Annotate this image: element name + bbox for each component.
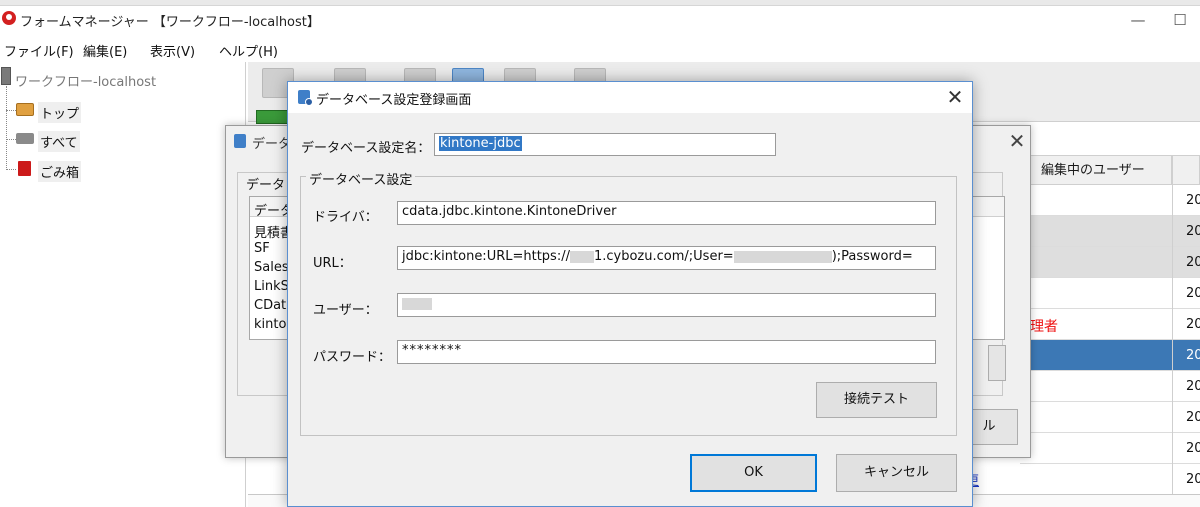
user-field[interactable] <box>397 293 936 317</box>
driver-field[interactable]: cdata.jdbc.kintone.KintoneDriver <box>397 201 936 225</box>
dialog-title: データベース設定登録画面 <box>316 93 472 108</box>
date-cell: 20 <box>1186 224 1200 239</box>
database-icon <box>234 134 246 148</box>
ok-button[interactable]: OK <box>690 454 817 492</box>
menu-edit[interactable]: 編集(E) <box>83 41 127 60</box>
tree-connector <box>6 169 16 170</box>
date-cell: 20 <box>1186 255 1200 270</box>
database-settings-icon <box>298 90 313 106</box>
table-row[interactable] <box>1020 464 1200 495</box>
url-label: URL： <box>313 256 352 271</box>
driver-value: cdata.jdbc.kintone.KintoneDriver <box>402 204 617 219</box>
maximize-button[interactable]: ☐ <box>1160 7 1200 33</box>
list-item[interactable]: kinto <box>254 317 286 332</box>
url-value-part3: );Password= <box>831 249 913 264</box>
date-cell: 20 <box>1186 348 1200 363</box>
editing-user-cell: 理者 <box>1030 319 1058 335</box>
all-items-icon <box>16 133 34 144</box>
folder-icon <box>16 103 34 116</box>
status-tag-icon <box>256 110 288 124</box>
bg-dialog-title: データ <box>252 137 292 152</box>
list-item[interactable]: CDat <box>254 298 286 313</box>
database-settings-group-label: データベース設定 <box>306 169 416 188</box>
menu-file[interactable]: ファイル(F) <box>4 41 74 60</box>
date-cell: 20 <box>1186 379 1200 394</box>
table-row[interactable] <box>1020 402 1200 433</box>
tree-item-top[interactable]: トップ <box>38 102 82 123</box>
password-label: パスワード： <box>313 350 392 365</box>
redacted-subdomain <box>569 250 594 263</box>
date-cell: 20 <box>1186 286 1200 301</box>
bg-dialog-group-label: データ <box>244 174 288 193</box>
tree-item-trash[interactable]: ごみ箱 <box>38 161 82 182</box>
tree-connector <box>6 86 7 170</box>
minimize-button[interactable]: — <box>1118 7 1158 33</box>
password-value: ******** <box>402 343 462 358</box>
tree-connector <box>6 110 16 111</box>
folder-tree-panel <box>0 62 246 507</box>
password-field[interactable]: ******** <box>397 340 936 364</box>
setting-name-value: kintone-jdbc <box>439 136 522 151</box>
table-row[interactable] <box>1020 216 1200 247</box>
date-cell: 20 <box>1186 472 1200 487</box>
table-row[interactable] <box>1020 185 1200 216</box>
bg-dialog-close-icon[interactable]: ✕ <box>1003 127 1031 155</box>
column-header-date[interactable] <box>1172 155 1200 185</box>
cancel-button[interactable]: キャンセル <box>836 454 957 492</box>
bg-dialog-button[interactable] <box>988 345 1006 381</box>
tree-connector <box>6 139 16 140</box>
table-row[interactable] <box>1020 247 1200 278</box>
date-cell: 20 <box>1186 193 1200 208</box>
server-icon <box>1 67 11 85</box>
table-row[interactable] <box>1020 278 1200 309</box>
redacted-user <box>733 250 832 263</box>
app-logo-icon <box>2 11 16 25</box>
url-field[interactable]: jdbc:kintone:URL=https:// 1.cybozu.com/;U… <box>397 246 936 270</box>
list-item[interactable]: SF <box>254 241 270 256</box>
connection-test-button[interactable]: 接続テスト <box>816 382 937 418</box>
date-cell: 20 <box>1186 410 1200 425</box>
column-header-editing-user[interactable]: 編集中のユーザー <box>1020 155 1172 185</box>
driver-label: ドライバ： <box>313 210 378 225</box>
url-value-part1: jdbc:kintone:URL=https:// <box>402 249 570 264</box>
list-item[interactable]: LinkS <box>254 279 289 294</box>
trash-icon <box>18 161 31 176</box>
url-value-part2: 1.cybozu.com/;User= <box>593 249 734 264</box>
column-divider <box>1172 185 1173 507</box>
table-row-selected[interactable] <box>1020 340 1200 371</box>
tree-item-all[interactable]: すべて <box>38 131 80 152</box>
table-row[interactable] <box>1020 371 1200 402</box>
menu-help[interactable]: ヘルプ(H) <box>219 41 278 60</box>
list-item[interactable]: Sales <box>254 260 289 275</box>
setting-name-label: データベース設定名： <box>301 141 431 156</box>
table-row[interactable] <box>1020 433 1200 464</box>
date-cell: 20 <box>1186 317 1200 332</box>
app-title: フォームマネージャー 【ワークフロー-localhost】 <box>20 15 320 30</box>
close-icon[interactable]: ✕ <box>940 83 970 111</box>
tree-root[interactable]: ワークフロー-localhost <box>15 71 156 90</box>
setting-name-field[interactable]: kintone-jdbc <box>434 133 776 156</box>
date-cell: 20 <box>1186 441 1200 456</box>
user-label: ユーザー： <box>313 303 378 318</box>
redacted-username <box>402 297 432 310</box>
menu-view[interactable]: 表示(V) <box>150 41 195 60</box>
